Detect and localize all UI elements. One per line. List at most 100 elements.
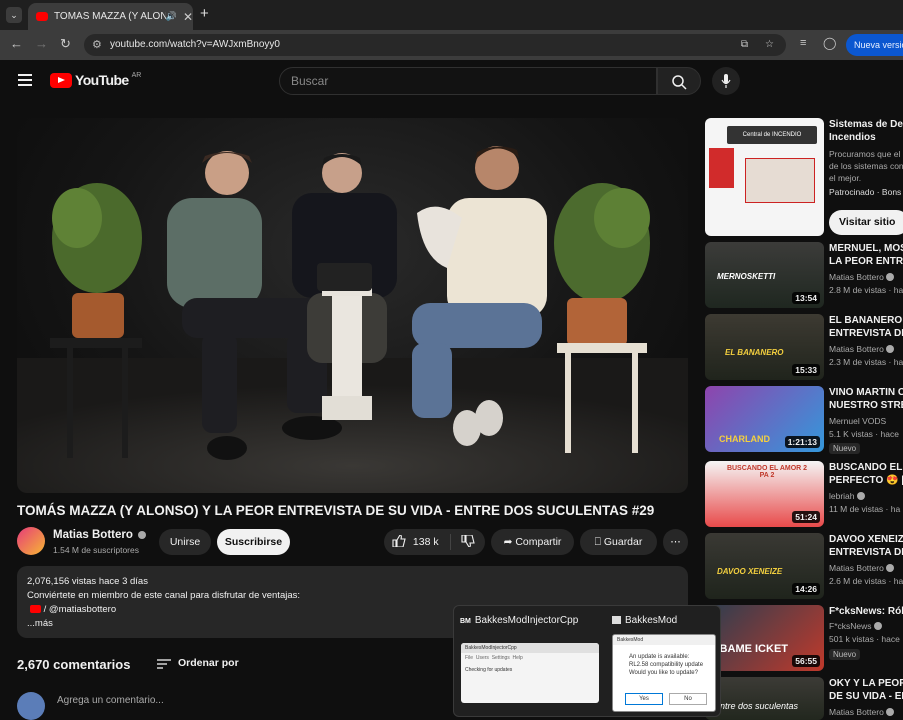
preview-title-bakkesmod[interactable]: BakkesMod <box>612 615 677 626</box>
related-video-card[interactable]: DAVOO XENEIZE 14:26 DAVOO XENEIZE ENTREVI… <box>705 533 903 599</box>
menu-hamburger-icon[interactable] <box>18 74 32 89</box>
sort-button[interactable]: Ordenar por <box>178 657 239 669</box>
video-thumbnail[interactable]: DAVOO XENEIZE 14:26 <box>705 533 824 599</box>
window-app-icon <box>612 616 621 624</box>
duration-badge: 15:33 <box>792 364 820 376</box>
injector-status: Checking for updates <box>465 667 513 673</box>
join-button[interactable]: Unirse <box>159 529 211 555</box>
like-button[interactable]: 138 k <box>392 534 442 548</box>
verified-icon <box>873 622 882 630</box>
video-card-title: MERNUEL, MOSKLA PEOR ENTREV <box>829 243 903 267</box>
omnibox: ⚙ youtube.com/watch?v=AWJxmBnoyy0 ⧉ ☆ <box>84 34 786 56</box>
channel-avatar[interactable] <box>17 527 45 555</box>
injector-window-thumbnail[interactable]: BakkesModInjectorCpp File Users Settings… <box>461 643 599 703</box>
new-badge: Nuevo <box>829 649 861 660</box>
sort-icon[interactable] <box>157 657 171 675</box>
no-button[interactable]: No <box>669 693 707 705</box>
video-card-channel: Mernuel VODS <box>829 416 887 426</box>
address-bar[interactable]: ⚙ youtube.com/watch?v=AWJxmBnoyy0 ⧉ ☆ <box>84 34 786 56</box>
video-frame-image <box>17 146 688 493</box>
video-thumbnail[interactable]: CHARLAND 1:21:13 <box>705 386 824 452</box>
video-thumbnail[interactable]: BUSCANDO EL AMOR 2 PA 2 51:24 <box>705 461 824 527</box>
video-player[interactable] <box>17 118 688 493</box>
subscribe-button[interactable]: Suscribirse <box>217 529 290 555</box>
youtube-favicon-icon <box>36 12 48 21</box>
preview-title-injector[interactable]: BM BakkesModInjectorCpp <box>460 615 578 626</box>
share-button[interactable]: ➦ Compartir <box>491 529 574 555</box>
ad-desc-2: de los sistemas con <box>829 161 903 171</box>
video-card-title: BUSCANDO EL 2PERFECTO 😍 | F <box>829 462 903 486</box>
video-title: TOMÁS MAZZA (Y ALONSO) Y LA PEOR ENTREVI… <box>17 503 655 518</box>
channel-name[interactable]: Matias Bottero <box>53 529 147 541</box>
add-comment-input[interactable]: Agrega un comentario... <box>57 695 164 706</box>
reading-list-icon[interactable]: ≡ <box>800 37 806 49</box>
thumbnail-text: OBAME ICKET <box>711 643 788 655</box>
duration-badge: 1:21:13 <box>784 436 820 448</box>
related-video-card[interactable]: entre dos suculentas OKY Y LA PEOR IDE S… <box>705 677 903 720</box>
thumbs-down-icon <box>461 534 476 548</box>
new-tab-icon[interactable]: + <box>200 5 209 22</box>
ad-product-image <box>745 158 815 203</box>
more-actions-button[interactable]: ⋯ <box>663 529 688 555</box>
yes-button[interactable]: Yes <box>625 693 663 705</box>
thumbnail-text: DAVOO XENEIZE <box>717 567 783 576</box>
related-video-card[interactable]: EL BANANERO 15:33 EL BANANERO YENTREVIST… <box>705 314 903 380</box>
ad-desc-1: Procuramos que el <box>829 149 901 159</box>
like-count: 138 k <box>412 536 439 548</box>
dislike-button[interactable] <box>461 534 476 548</box>
update-browser-button[interactable]: Nueva versió <box>846 34 903 56</box>
tab-title: TOMÁS MAZZA (Y ALONSO <box>54 11 166 22</box>
bookmark-icon: ⎕ <box>594 536 601 548</box>
video-card-channel: F*cksNews <box>829 621 903 631</box>
new-badge: Nuevo <box>829 443 861 454</box>
related-video-card[interactable]: CHARLAND 1:21:13 VINO MARTIN CI NUESTRO S… <box>705 386 903 456</box>
site-info-icon[interactable]: ⚙ <box>92 34 102 56</box>
browser-tab[interactable]: TOMÁS MAZZA (Y ALONSO 🔊 ✕ <box>28 3 193 30</box>
tab-list-chevron-icon[interactable]: ⌄ <box>6 7 22 23</box>
related-video-card[interactable]: OBAME ICKET 56:55 F*cksNews: Róba F*cksN… <box>705 605 903 671</box>
video-card-views: 11 M de vistas · ha <box>829 504 901 514</box>
search-button[interactable] <box>657 67 701 95</box>
video-card-views: 2.6 M de vistas · ha <box>829 576 903 586</box>
ad-thumbnail[interactable]: Central de INCENDIO <box>705 118 824 236</box>
save-button[interactable]: ⎕ Guardar <box>580 529 657 555</box>
forward-icon[interactable]: → <box>35 36 48 51</box>
like-dislike-group: 138 k <box>384 529 485 555</box>
reload-icon[interactable]: ↻ <box>60 36 71 52</box>
search-icon <box>672 75 687 90</box>
bookmark-star-icon[interactable]: ☆ <box>765 34 774 56</box>
related-video-card[interactable]: BUSCANDO EL AMOR 2 PA 2 51:24 BUSCANDO E… <box>705 461 903 527</box>
video-card-channel: Matias Bottero <box>829 272 903 282</box>
duration-badge: 51:24 <box>792 511 820 523</box>
thumbnail-text: CHARLAND <box>719 434 770 444</box>
verified-icon <box>856 492 865 500</box>
ad-title: Sistemas de DeteIncendios <box>829 119 903 143</box>
youtube-logo[interactable]: YouTube AR <box>50 72 141 88</box>
duration-badge: 13:54 <box>792 292 820 304</box>
video-card-channel: lebriah <box>829 491 903 501</box>
video-card-channel: Matias Bottero <box>829 344 903 354</box>
video-card-title: VINO MARTIN CINUESTRO STREA <box>829 387 903 411</box>
divider <box>449 534 451 551</box>
injector-menu: File Users Settings Help <box>465 655 523 661</box>
video-thumbnail[interactable]: entre dos suculentas <box>705 677 824 720</box>
video-thumbnail[interactable]: OBAME ICKET 56:55 <box>705 605 824 671</box>
speaker-icon[interactable]: 🔊 <box>166 11 177 22</box>
back-icon[interactable]: ← <box>10 36 23 51</box>
url-text: youtube.com/watch?v=AWJxmBnoyy0 <box>110 39 280 50</box>
profile-icon[interactable]: ◯ <box>823 36 836 50</box>
voice-search-button[interactable] <box>712 67 740 95</box>
video-thumbnail[interactable]: MERNOSKETTI 13:54 <box>705 242 824 308</box>
install-app-icon[interactable]: ⧉ <box>741 34 748 56</box>
duration-badge: 14:26 <box>792 583 820 595</box>
close-tab-icon[interactable]: ✕ <box>183 10 193 24</box>
video-card-views: 501 k vistas · hace <box>829 634 900 644</box>
search-input[interactable]: Buscar <box>279 67 657 95</box>
youtube-mini-icon <box>29 605 41 614</box>
thumbnail-text: entre dos suculentas <box>715 701 799 711</box>
related-video-card[interactable]: MERNOSKETTI 13:54 MERNUEL, MOSKLA PEOR E… <box>705 242 903 308</box>
comment-count: 2,670 comentarios <box>17 657 131 672</box>
video-thumbnail[interactable]: EL BANANERO 15:33 <box>705 314 824 380</box>
visit-site-button[interactable]: Visitar sitio <box>829 210 903 235</box>
bakkesmod-dialog-thumbnail[interactable]: BakkesMod An update is available: RL2.58… <box>612 634 716 712</box>
